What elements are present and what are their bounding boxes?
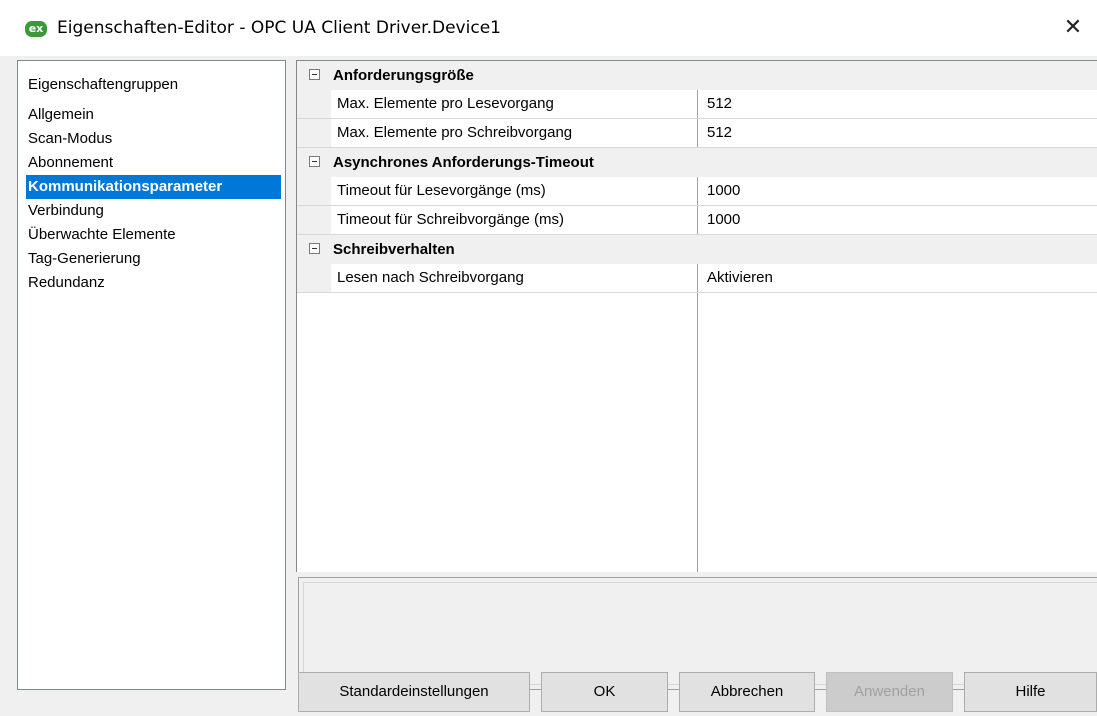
cell-divider <box>697 90 698 118</box>
property-row[interactable]: Timeout für Schreibvorgänge (ms) 1000 <box>297 206 1097 235</box>
defaults-button[interactable]: Standardeinstellungen <box>298 672 530 712</box>
property-name: Max. Elemente pro Schreibvorgang <box>337 124 573 141</box>
help-button[interactable]: Hilfe <box>964 672 1097 712</box>
group-item-kommunikationsparameter[interactable]: Kommunikationsparameter <box>26 175 281 199</box>
row-gutter <box>297 206 331 234</box>
property-row[interactable]: Max. Elemente pro Schreibvorgang 512 <box>297 119 1097 148</box>
property-name: Timeout für Lesevorgänge (ms) <box>337 182 546 199</box>
property-name: Timeout für Schreibvorgänge (ms) <box>337 211 565 228</box>
group-item-tag-generierung[interactable]: Tag-Generierung <box>28 247 285 271</box>
property-row[interactable]: Max. Elemente pro Lesevorgang 512 <box>297 90 1097 119</box>
category-label: Schreibverhalten <box>333 241 455 258</box>
row-gutter <box>297 119 331 147</box>
collapse-icon[interactable] <box>309 243 320 254</box>
property-value[interactable]: 1000 <box>707 206 740 234</box>
property-value[interactable]: 512 <box>707 119 732 147</box>
property-value[interactable]: Aktivieren <box>707 264 773 292</box>
category-row[interactable]: Schreibverhalten <box>297 235 1097 264</box>
category-label: Asynchrones Anforderungs-Timeout <box>333 154 594 171</box>
cell-divider <box>697 177 698 205</box>
property-row[interactable]: Timeout für Lesevorgänge (ms) 1000 <box>297 177 1097 206</box>
category-row[interactable]: Asynchrones Anforderungs-Timeout <box>297 148 1097 177</box>
property-row[interactable]: Lesen nach Schreibvorgang Aktivieren <box>297 264 1097 293</box>
property-value[interactable]: 1000 <box>707 177 740 205</box>
window-title: Eigenschaften-Editor - OPC UA Client Dri… <box>57 18 501 38</box>
cancel-button[interactable]: Abbrechen <box>679 672 815 712</box>
title-bar: ex Eigenschaften-Editor - OPC UA Client … <box>0 0 1097 56</box>
cell-divider <box>697 119 698 147</box>
property-name: Lesen nach Schreibvorgang <box>337 269 524 286</box>
row-gutter <box>297 177 331 205</box>
close-button[interactable]: ✕ <box>1055 12 1091 44</box>
row-gutter <box>297 264 331 292</box>
cell-divider <box>697 264 698 292</box>
column-divider[interactable] <box>697 293 698 572</box>
group-item-abonnement[interactable]: Abonnement <box>28 151 285 175</box>
row-gutter <box>297 90 331 118</box>
category-row[interactable]: Anforderungsgröße <box>297 61 1097 90</box>
group-item-allgemein[interactable]: Allgemein <box>28 103 285 127</box>
app-icon: ex <box>25 21 47 37</box>
properties-editor-window: ex Eigenschaften-Editor - OPC UA Client … <box>0 0 1097 716</box>
group-item-verbindung[interactable]: Verbindung <box>28 199 285 223</box>
category-label: Anforderungsgröße <box>333 67 474 84</box>
ok-button[interactable]: OK <box>541 672 668 712</box>
property-groups-header: Eigenschaftengruppen <box>28 76 179 93</box>
property-value[interactable]: 512 <box>707 90 732 118</box>
property-grid: Anforderungsgröße Max. Elemente pro Lesev… <box>296 60 1097 572</box>
group-item-überwachte-elemente[interactable]: Überwachte Elemente <box>28 223 285 247</box>
group-item-scan-modus[interactable]: Scan-Modus <box>28 127 285 151</box>
property-name: Max. Elemente pro Lesevorgang <box>337 95 554 112</box>
property-groups-list: Eigenschaftengruppen Allgemein Scan-Modus… <box>17 60 286 690</box>
collapse-icon[interactable] <box>309 69 320 80</box>
group-item-redundanz[interactable]: Redundanz <box>28 271 285 295</box>
description-area <box>303 582 1097 685</box>
collapse-icon[interactable] <box>309 156 320 167</box>
cell-divider <box>697 206 698 234</box>
apply-button[interactable]: Anwenden <box>826 672 953 712</box>
